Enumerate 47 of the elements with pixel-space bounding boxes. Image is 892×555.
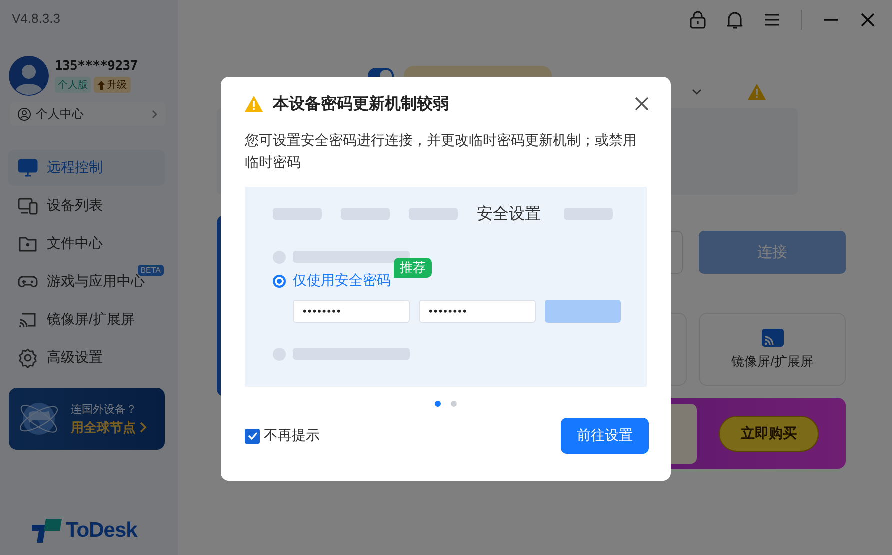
promo-question: 连国外设备？ bbox=[71, 402, 137, 416]
promo-banner[interactable]: 连国外设备？ 用全球节点 bbox=[9, 388, 165, 450]
warning-icon bbox=[245, 96, 263, 112]
nav-item[interactable]: 设备列表 bbox=[8, 188, 165, 224]
dont-show-checkbox[interactable]: 不再提示 bbox=[245, 427, 320, 445]
option-label: 仅使用安全密码 bbox=[293, 272, 391, 290]
recommend-tag: 推荐 bbox=[394, 258, 432, 278]
password-field: •••••••• bbox=[293, 300, 410, 323]
close-icon[interactable] bbox=[860, 12, 876, 28]
lock-icon[interactable] bbox=[690, 11, 706, 29]
close-icon[interactable] bbox=[635, 97, 649, 111]
promo-action: 用全球节点 bbox=[71, 418, 136, 436]
checkmark-icon bbox=[248, 432, 258, 440]
upgrade-button[interactable]: 升级 bbox=[94, 77, 131, 93]
bell-icon[interactable] bbox=[727, 11, 743, 29]
go-settings-button[interactable]: 前往设置 bbox=[561, 418, 649, 454]
nav-item[interactable]: 镜像屏/扩展屏 bbox=[8, 302, 165, 338]
settings-icon bbox=[18, 348, 38, 368]
logo-icon bbox=[32, 519, 64, 543]
page-dot[interactable] bbox=[451, 401, 457, 407]
nav-item[interactable]: 游戏与应用中心 BETA bbox=[8, 264, 165, 300]
nav-item[interactable]: 文件中心 bbox=[8, 226, 165, 262]
monitor-icon bbox=[18, 158, 38, 178]
beta-badge: BETA bbox=[138, 265, 164, 276]
cast-icon bbox=[762, 328, 784, 346]
nav-item[interactable]: 高级设置 bbox=[8, 340, 165, 376]
dialog-title: 本设备密码更新机制较弱 bbox=[273, 94, 450, 114]
mirror-screen-card[interactable]: 镜像屏/扩展屏 bbox=[699, 313, 846, 386]
buy-button[interactable]: 立即购买 bbox=[719, 416, 819, 452]
nav-item[interactable]: 远程控制 bbox=[8, 150, 165, 186]
chevron-icon bbox=[140, 422, 147, 433]
avatar-icon[interactable] bbox=[9, 56, 49, 96]
password-field: •••••••• bbox=[419, 300, 536, 323]
tab-label: 安全设置 bbox=[477, 204, 541, 224]
user-icon bbox=[18, 108, 31, 120]
version-label: V4.8.3.3 bbox=[12, 11, 62, 27]
warning-icon bbox=[748, 84, 766, 100]
edition-tag: 个人版 bbox=[55, 77, 91, 93]
logo-text: ToDesk bbox=[66, 519, 138, 543]
arrow-icon bbox=[98, 80, 105, 90]
page-dot[interactable] bbox=[435, 401, 441, 407]
menu-icon[interactable] bbox=[764, 13, 780, 27]
caret-icon[interactable] bbox=[692, 89, 702, 95]
phone-number: 135****9237 bbox=[55, 59, 138, 74]
dialog-message: 您可设置安全密码进行连接，并更改临时密码更新机制；或禁用临时密码 bbox=[245, 131, 638, 172]
devices-icon bbox=[18, 196, 38, 216]
chevron-icon bbox=[152, 110, 158, 118]
